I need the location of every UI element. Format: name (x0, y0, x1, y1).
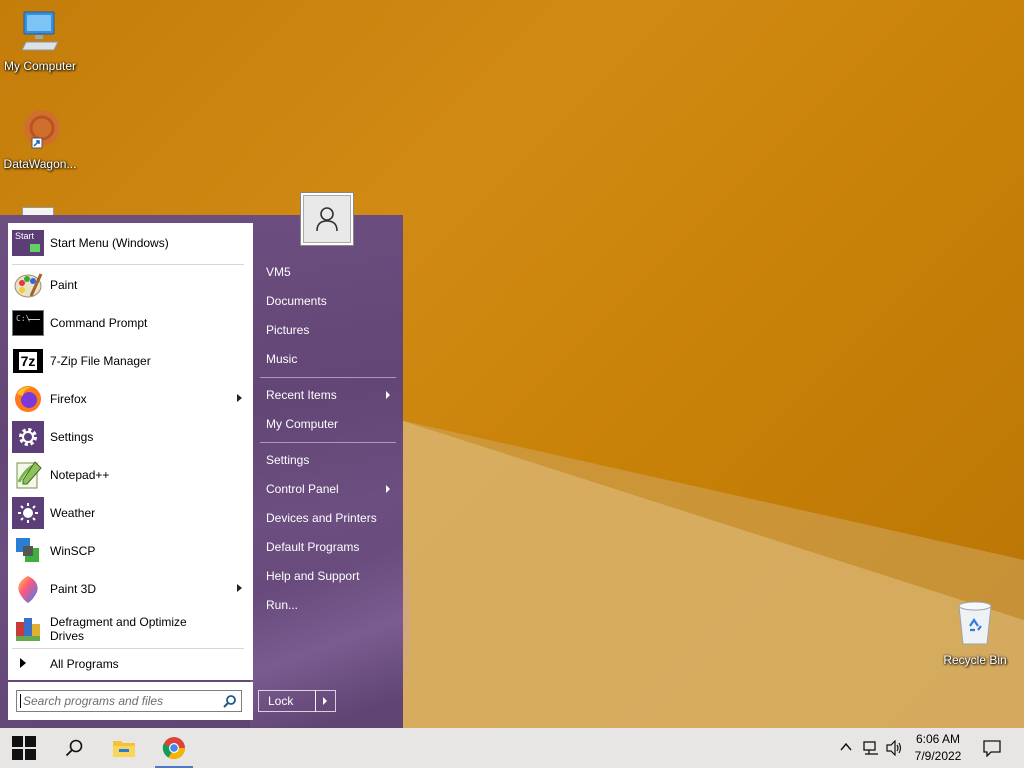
paint-icon (12, 269, 44, 301)
lock-button[interactable]: Lock (258, 690, 316, 712)
lock-options-button[interactable] (315, 690, 336, 712)
program-item-winscp[interactable]: WinSCP (12, 533, 252, 569)
winscp-icon (12, 535, 44, 567)
desktop-icon-my-computer[interactable]: My Computer (0, 10, 80, 73)
program-label: Paint 3D (50, 582, 97, 596)
taskbar-file-explorer[interactable] (100, 728, 148, 768)
program-item-settings[interactable]: Settings (12, 419, 252, 455)
file-explorer-icon (113, 741, 135, 757)
notepadpp-icon (12, 459, 44, 491)
separator (260, 442, 396, 443)
clock-time: 6:06 AM (915, 732, 961, 746)
chrome-icon (162, 737, 185, 759)
windows-start-icon (12, 736, 36, 760)
program-item-paint3d[interactable]: Paint 3D (12, 571, 252, 607)
program-label: 7-Zip File Manager (50, 354, 151, 368)
program-label: Settings (50, 430, 94, 444)
start-menu-icon: Start (12, 227, 44, 259)
computer-icon (21, 11, 59, 51)
firefox-icon (12, 383, 44, 415)
search-placeholder: Search programs and files (23, 694, 164, 708)
start-right-item-default-programs[interactable]: Default Programs (266, 540, 359, 554)
program-label: Defragment and Optimize Drives (50, 615, 187, 643)
paint3d-icon (12, 573, 44, 605)
program-item-firefox[interactable]: Firefox (12, 381, 252, 417)
submenu-arrow-icon (386, 391, 390, 399)
search-icon[interactable] (223, 694, 237, 708)
chevron-up-icon[interactable] (840, 742, 852, 752)
arrow-right-icon (323, 697, 327, 705)
command-prompt-icon: C:\ (12, 307, 44, 339)
submenu-arrow-icon (237, 584, 242, 592)
arrow-right-icon (20, 658, 26, 668)
start-right-item-documents[interactable]: Documents (266, 294, 327, 308)
program-item-start-menu[interactable]: Start Start Menu (Windows) (12, 225, 252, 261)
all-programs-button[interactable]: All Programs (8, 650, 253, 680)
desktop-icon-label: DataWagon... (3, 157, 77, 171)
desktop-icon-datawagon[interactable]: DataWagon... (0, 108, 80, 171)
user-picture[interactable] (300, 192, 354, 246)
program-item-command-prompt[interactable]: C:\ Command Prompt (12, 305, 252, 341)
program-item-paint[interactable]: Paint (12, 267, 252, 303)
defrag-icon (12, 613, 44, 645)
program-label: Start Menu (Windows) (50, 236, 169, 250)
desktop-icon-label: My Computer (3, 59, 77, 73)
desktop-icon-label: Recycle Bin (943, 653, 1007, 667)
start-right-item-devices-printers[interactable]: Devices and Printers (266, 511, 377, 525)
start-right-item-run[interactable]: Run... (266, 598, 298, 612)
search-icon (65, 739, 83, 757)
program-item-defrag[interactable]: Defragment and Optimize Drives (12, 611, 252, 647)
program-label: Firefox (50, 392, 87, 406)
program-label: Paint (50, 278, 78, 292)
user-icon (316, 207, 338, 232)
volume-icon[interactable] (886, 740, 904, 756)
all-programs-label: All Programs (50, 657, 119, 671)
search-input[interactable]: Search programs and files (16, 690, 242, 712)
program-label: WinSCP (50, 544, 96, 558)
program-item-notepadpp[interactable]: Notepad++ (12, 457, 252, 493)
program-item-weather[interactable]: Weather (12, 495, 252, 531)
taskbar-chrome[interactable] (150, 728, 198, 768)
start-right-item-control-panel[interactable]: Control Panel (266, 482, 339, 496)
program-label: Weather (50, 506, 96, 520)
program-label: Notepad++ (50, 468, 110, 482)
start-right-item-recent-items[interactable]: Recent Items (266, 388, 337, 402)
taskbar: 6:06 AM 7/9/2022 (0, 728, 1024, 768)
start-menu: Start Start Menu (Windows) Paint C:\ Com… (0, 215, 410, 745)
program-item-7zip[interactable]: 7z 7-Zip File Manager (12, 343, 252, 379)
separator (12, 264, 244, 265)
search-area: Search programs and files (8, 682, 253, 720)
start-right-item-my-computer[interactable]: My Computer (266, 417, 338, 431)
7zip-icon: 7z (12, 345, 44, 377)
taskbar-clock[interactable]: 6:06 AM 7/9/2022 (906, 731, 970, 765)
start-button[interactable] (0, 728, 48, 768)
start-right-item-settings[interactable]: Settings (266, 453, 309, 467)
taskbar-search-button[interactable] (50, 728, 98, 768)
separator (260, 377, 396, 378)
recycle-bin-icon (958, 601, 992, 645)
submenu-arrow-icon (386, 485, 390, 493)
start-right-item-music[interactable]: Music (266, 352, 297, 366)
weather-icon (12, 497, 44, 529)
settings-icon (12, 421, 44, 453)
datawagon-icon (24, 110, 60, 149)
program-label: Command Prompt (50, 316, 148, 330)
start-right-item-help-support[interactable]: Help and Support (266, 569, 359, 583)
start-menu-program-list: Start Start Menu (Windows) Paint C:\ Com… (8, 223, 253, 656)
separator (12, 648, 244, 649)
start-right-item-pictures[interactable]: Pictures (266, 323, 309, 337)
desktop-icon-recycle-bin[interactable]: Recycle Bin (935, 600, 1015, 667)
network-icon[interactable] (863, 740, 879, 756)
start-right-item-vm5[interactable]: VM5 (266, 265, 291, 279)
submenu-arrow-icon (237, 394, 242, 402)
clock-date: 7/9/2022 (914, 749, 962, 763)
notification-icon[interactable] (983, 739, 1001, 757)
